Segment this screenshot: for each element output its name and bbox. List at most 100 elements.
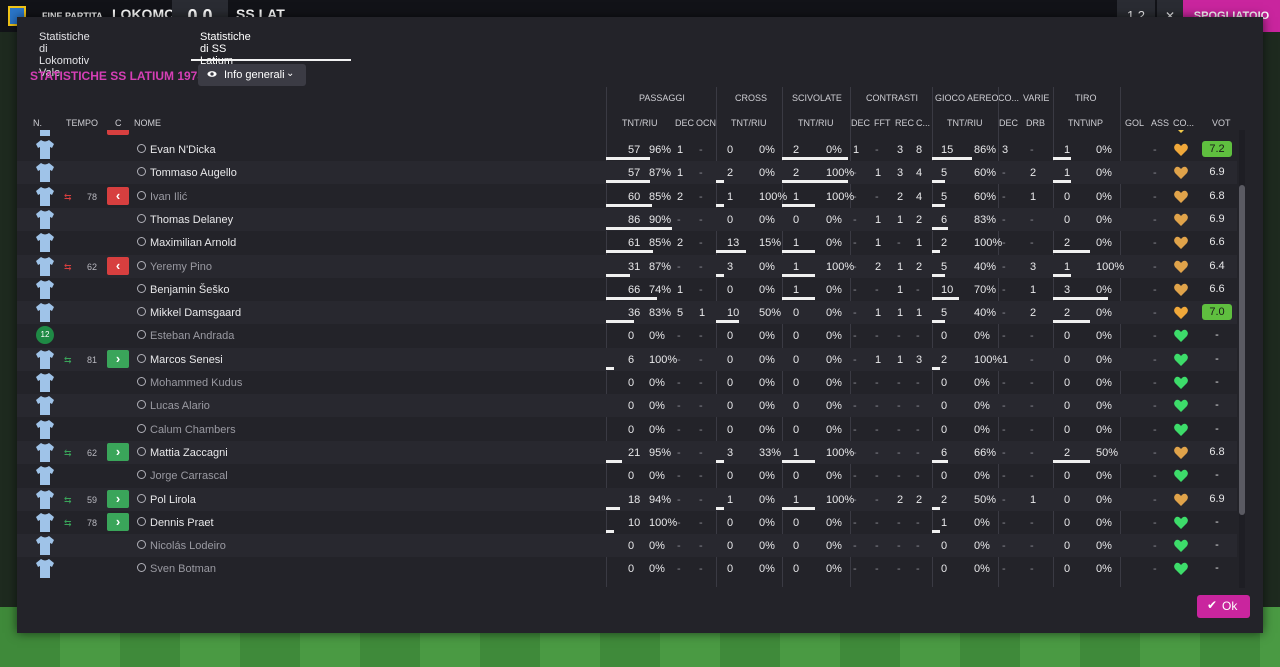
player-name[interactable]: Calum Chambers xyxy=(150,424,236,436)
table-row[interactable]: ⇆ 78 › Dennis Praet 10 100% - -0 0% 0 0% - - - -1 0% - -0… xyxy=(17,511,1237,534)
ok-button[interactable]: ✔ Ok xyxy=(1197,595,1250,618)
col-con-rec[interactable]: REC xyxy=(895,118,914,128)
player-name[interactable]: Dennis Praet xyxy=(150,517,214,529)
col-pass-dec[interactable]: DEC xyxy=(675,118,694,128)
stat-kr: 3 xyxy=(897,167,904,180)
player-name[interactable]: Mattia Zaccagni xyxy=(150,447,228,459)
player-name[interactable]: Tommaso Augello xyxy=(150,167,237,179)
col-number[interactable]: N. xyxy=(33,118,42,128)
col-cross-tnt[interactable]: TNT/RIU xyxy=(731,118,767,128)
col-tempo[interactable]: TEMPO xyxy=(66,118,98,128)
stat-kr: - xyxy=(897,377,901,389)
table-row[interactable]: Calum Chambers 0 0% - -0 0% 0 0% - - - -0 0% - -0 0% - - xyxy=(17,418,1237,441)
match-rating: - xyxy=(1215,515,1219,528)
col-con-dec[interactable]: DEC xyxy=(851,118,870,128)
table-row[interactable]: Thomas Delaney 86 90% - -0 0% 0 0% -1 1 2 6 83% - -0 0%… xyxy=(17,207,1237,231)
player-name[interactable]: Sven Botman xyxy=(150,563,216,575)
person-icon xyxy=(137,167,146,177)
col-con-c[interactable]: C... xyxy=(916,118,930,128)
stat-tp: 0% xyxy=(1096,237,1112,250)
table-row[interactable]: Tommaso Augello 57 87% 1-2 0% 2 100% -1 3 4 5 60% -2… xyxy=(17,161,1237,185)
stat-ap: 50% xyxy=(974,493,997,506)
table-row[interactable]: ⇆ 81 › Marcos Senesi 6 100% - -0 0% 0 0% -1 1 3 2 100% 1… xyxy=(17,347,1237,371)
stat-dr: 3 xyxy=(1030,260,1037,273)
player-name[interactable]: Yeremy Pino xyxy=(150,261,212,273)
player-name[interactable]: Maximilian Arnold xyxy=(150,237,236,249)
table-row[interactable]: Mikkel Damsgaard 36 83% 5 1 10 50% 0 0% -1 1 1 5 40% -… xyxy=(17,301,1237,325)
player-name[interactable]: Pol Lirola xyxy=(150,494,196,506)
col-co2[interactable]: CO... xyxy=(1173,118,1194,128)
stat-ap: 0% xyxy=(974,470,990,483)
col-c[interactable]: C xyxy=(115,118,122,128)
stat-pt: 31 xyxy=(628,260,641,273)
stat-kc: - xyxy=(916,470,920,483)
stat-pt: 57 xyxy=(628,144,641,156)
substitution-icon: ⇆ xyxy=(64,261,72,272)
stat-kc: - xyxy=(916,377,920,389)
table-row[interactable]: Sven Botman 0 0% - -0 0% 0 0% - - - -0 0% - -0 0% - - xyxy=(17,557,1237,580)
stat-bar xyxy=(1053,296,1108,300)
stat-pt: 36 xyxy=(628,307,641,320)
scrollbar-thumb[interactable] xyxy=(1239,185,1245,515)
table-row[interactable]: Jorge Carrascal 0 0% - -0 0% 0 0% - - - -0 0% - -0 0% - - xyxy=(17,464,1237,487)
player-name[interactable]: Mikkel Damsgaard xyxy=(150,307,241,319)
stat-tt: 0 xyxy=(1064,516,1071,529)
stat-kd: - xyxy=(853,493,857,506)
player-name[interactable]: Nicolás Lodeiro xyxy=(150,540,226,552)
stat-a: - xyxy=(1153,213,1157,226)
table-row[interactable]: ⇆ 62 ‹ Yeremy Pino 31 87% - -3 0% 1 100% -2 1 2 5 40% -3… xyxy=(17,254,1237,278)
col-aer-tnt[interactable]: TNT/RIU xyxy=(947,118,983,128)
table-row[interactable]: Nicolás Lodeiro 0 0% - -0 0% 0 0% - - - -0 0% - -0 0% - - xyxy=(17,534,1237,558)
table-row[interactable]: Maximilian Arnold 61 85% 2-13 15% 1 0% -1-1 2 100… xyxy=(17,231,1237,254)
table-row[interactable]: ⇆ 78 ‹ Ivan Ilić 60 85% 2-1 100% 1 100% - -2 4 5 60% -1… xyxy=(17,185,1237,208)
table-row[interactable]: ⇆ 59 › Pol Lirola 18 94% - -1 0% 1 100% - -2 2 2 50% -1 0… xyxy=(17,487,1237,511)
stat-pd: - xyxy=(677,377,681,389)
stat-cp: 0% xyxy=(759,516,775,529)
table-row[interactable]: 12 Esteban Andrada 0 0% - -0 0% 0 0% - - - -0 0% - -0 0%… xyxy=(17,324,1237,347)
scrollbar[interactable] xyxy=(1239,130,1245,588)
col-con-fft[interactable]: FFT xyxy=(874,118,891,128)
col-nome[interactable]: NOME xyxy=(134,118,161,128)
table-row[interactable]: Mohammed Kudus 0 0% - -0 0% 0 0% - - - -0 0% - -0 0% - - xyxy=(17,371,1237,394)
stat-a: - xyxy=(1153,563,1157,576)
table-row[interactable]: Benjamin Šeško 66 74% 1-0 0% 1 0% - -1-10 70% -1 3 0… xyxy=(17,278,1237,301)
table-row[interactable]: 67 ‹ Jan Bednarek xyxy=(17,130,1237,138)
stat-kd: - xyxy=(853,400,857,413)
stat-st: 0 xyxy=(793,330,800,343)
stat-kd: - xyxy=(853,213,857,226)
stat-ap: 60% xyxy=(974,167,997,180)
player-name[interactable]: Benjamin Šeško xyxy=(150,284,230,296)
player-name[interactable]: Ivan Ilić xyxy=(150,191,187,203)
table-row[interactable]: ⇆ 62 › Mattia Zaccagni 21 95% - -3 33% 1 100% - - - -6… xyxy=(17,440,1237,464)
col-tiro-tnt[interactable]: TNT\INP xyxy=(1068,118,1103,128)
sub-in-badge: › xyxy=(107,442,129,461)
stat-po: - xyxy=(699,423,703,436)
col-gol[interactable]: GOL xyxy=(1125,118,1144,128)
stat-bar xyxy=(782,296,815,300)
stat-ap: 66% xyxy=(974,446,997,459)
player-name[interactable]: Thomas Delaney xyxy=(150,214,233,226)
person-icon xyxy=(137,540,146,550)
col-vot[interactable]: VOT xyxy=(1212,118,1231,128)
table-row[interactable]: Evan N'Dicka 57 96% 1-0 0% 2 0% 1-3 8 15 86% 3-1 0% -… xyxy=(17,138,1237,161)
col-pass-tnt[interactable]: TNT/RIU xyxy=(622,118,658,128)
col-co-dec[interactable]: DEC xyxy=(999,118,1018,128)
stat-tt: 2 xyxy=(1064,307,1071,320)
table-row[interactable]: Lucas Alario 0 0% - -0 0% 0 0% - - - -0 0% - -0 0% - - xyxy=(17,394,1237,418)
col-pass-ocn[interactable]: OCN xyxy=(696,118,716,128)
col-ass[interactable]: ASS xyxy=(1151,118,1169,128)
view-selector[interactable]: Info generali ⌄ xyxy=(198,64,306,86)
player-name[interactable]: Lucas Alario xyxy=(150,400,210,412)
player-name[interactable]: Jan Bednarek xyxy=(150,130,218,133)
player-name[interactable]: Jorge Carrascal xyxy=(150,470,228,482)
player-name[interactable]: Evan N'Dicka xyxy=(150,144,216,156)
stat-ct: 2 xyxy=(727,167,734,180)
stat-pp: 85% xyxy=(649,237,672,250)
stat-bar xyxy=(606,157,650,160)
col-var-drb[interactable]: DRB xyxy=(1026,118,1045,128)
player-name[interactable]: Marcos Senesi xyxy=(150,354,223,366)
player-name[interactable]: Esteban Andrada xyxy=(150,330,234,342)
player-name[interactable]: Mohammed Kudus xyxy=(150,377,242,389)
stat-kf: 1 xyxy=(875,213,882,226)
col-sciv-tnt[interactable]: TNT/RIU xyxy=(798,118,834,128)
